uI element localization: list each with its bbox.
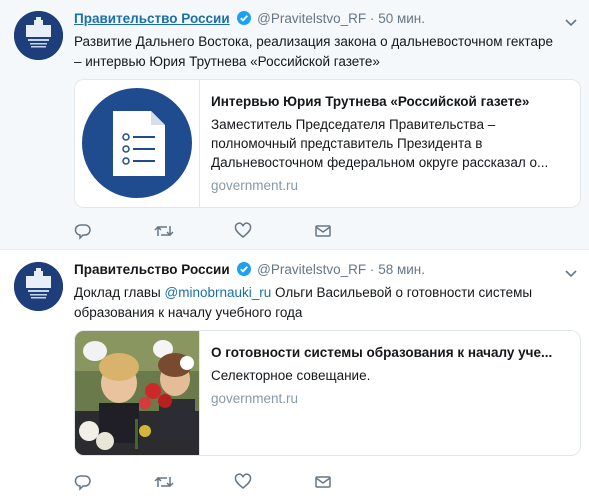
- message-icon[interactable]: [314, 473, 394, 493]
- verified-icon: [237, 11, 252, 28]
- tweet-text: Доклад главы @minobrnauki_ru Ольги Васил…: [74, 283, 554, 323]
- like-icon[interactable]: [234, 473, 314, 493]
- author-handle[interactable]: @Pravitelstvo_RF: [257, 11, 366, 26]
- avatar[interactable]: [14, 11, 63, 60]
- retweet-icon[interactable]: [154, 222, 234, 242]
- separator-dot: ·: [369, 11, 375, 26]
- like-icon[interactable]: [234, 222, 314, 242]
- timestamp[interactable]: 58 мин.: [378, 262, 425, 277]
- card-domain: government.ru: [211, 178, 299, 193]
- tweet[interactable]: Правительство России @Pravitelstvo_RF · …: [0, 0, 589, 250]
- retweet-icon[interactable]: [154, 473, 234, 493]
- tweet-actions: [74, 473, 394, 493]
- document-icon: [75, 80, 200, 207]
- card-description: Селекторное совещание.: [211, 368, 371, 383]
- tweet-text-start: Доклад главы: [74, 285, 165, 300]
- timestamp[interactable]: 50 мин.: [378, 11, 425, 26]
- link-card[interactable]: О готовности системы образования к начал…: [74, 330, 581, 456]
- schoolchildren-photo: [75, 331, 200, 455]
- mention-link[interactable]: @minobrnauki_ru: [165, 285, 272, 300]
- reply-icon[interactable]: [74, 473, 154, 493]
- author-name[interactable]: Правительство России: [74, 11, 230, 26]
- tweet[interactable]: Правительство России @Pravitelstvo_RF · …: [0, 251, 589, 501]
- tweet-text: Развитие Дальнего Востока, реализация за…: [74, 34, 553, 69]
- link-card[interactable]: Интервью Юрия Трутнева «Российской газет…: [74, 79, 581, 208]
- separator-dot: ·: [369, 262, 375, 277]
- verified-icon: [237, 262, 252, 279]
- tweet-actions: [74, 222, 394, 242]
- chevron-down-icon[interactable]: [565, 265, 577, 283]
- card-title[interactable]: О готовности системы образования к начал…: [211, 343, 568, 363]
- chevron-down-icon[interactable]: [565, 14, 577, 32]
- card-domain: government.ru: [211, 391, 299, 406]
- reply-icon[interactable]: [74, 222, 154, 242]
- author-name[interactable]: Правительство России: [74, 262, 230, 277]
- avatar[interactable]: [14, 262, 63, 311]
- message-icon[interactable]: [314, 222, 394, 242]
- card-title[interactable]: Интервью Юрия Трутнева «Российской газет…: [211, 92, 568, 112]
- card-description: Заместитель Председателя Правительства –…: [211, 117, 549, 170]
- author-handle[interactable]: @Pravitelstvo_RF: [257, 262, 366, 277]
